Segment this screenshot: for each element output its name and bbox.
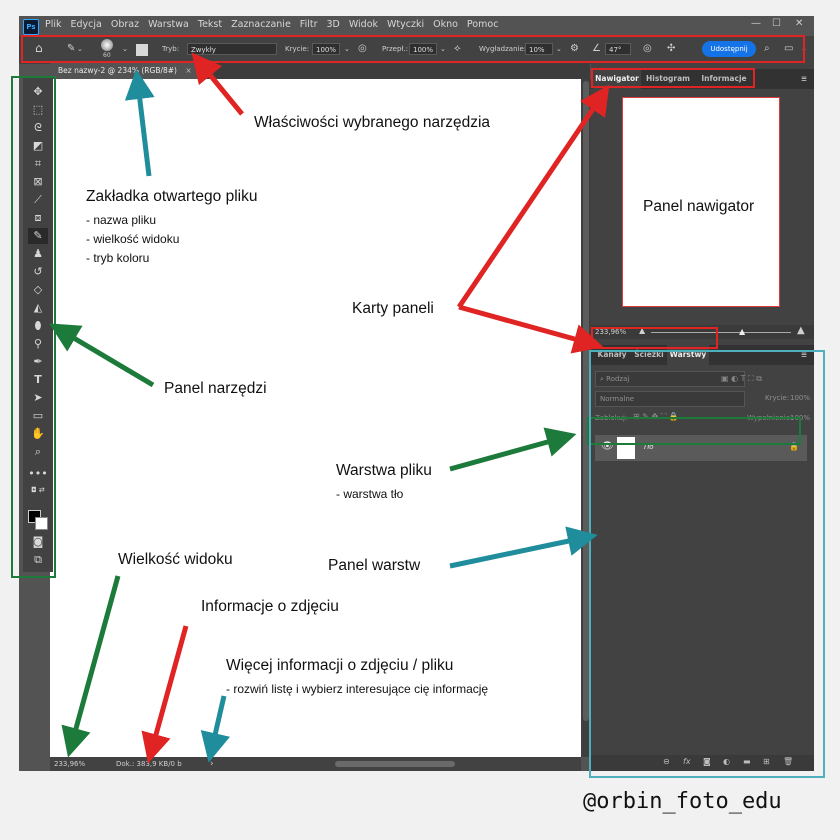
label-file-tab-color: - tryb koloru (86, 251, 150, 265)
layer-row-highlight (587, 417, 801, 445)
label-file-layer: Warstwa pliku (336, 462, 432, 479)
label-layers-panel: Panel warstw (328, 557, 421, 574)
arrow-file-tab (124, 69, 155, 177)
label-tool-properties: Właściwości wybranego narzędzia (254, 114, 491, 131)
label-panel-tabs: Karty paneli (352, 300, 434, 317)
layers-tabs-highlight (591, 327, 718, 349)
arrow-tools-panel (49, 323, 155, 388)
arrow-file-layer (449, 427, 577, 472)
label-tools-panel: Panel narzędzi (164, 380, 267, 397)
navigator-tabs-highlight (591, 68, 755, 88)
arrow-more-info (200, 695, 230, 763)
options-bar-highlight (21, 35, 805, 63)
label-more-info: Więcej informacji o zdjęciu / pliku (226, 657, 454, 674)
label-navigator: Panel nawigator (643, 198, 755, 215)
label-file-layer-sub: - warstwa tło (336, 487, 404, 501)
arrow-view-size (61, 575, 121, 758)
arrow-layers-panel (449, 526, 598, 569)
label-more-info-sub: - rozwiń listę i wybierz interesujące ci… (226, 682, 489, 696)
brand-watermark: @orbin_foto_edu (583, 789, 782, 814)
arrow-panel-tabs-bottom (458, 304, 604, 354)
label-image-info: Informacje o zdjęciu (201, 598, 339, 615)
arrow-tool-properties (191, 52, 244, 116)
arrow-image-info (141, 625, 189, 764)
layers-panel-highlight (589, 350, 825, 778)
label-file-tab: Zakładka otwartego pliku (86, 188, 258, 205)
label-file-tab-view: - wielkość widoku (86, 232, 180, 246)
tools-panel-highlight (11, 76, 56, 578)
label-view-size: Wielkość widoku (118, 551, 233, 568)
label-file-tab-name: - nazwa pliku (86, 213, 157, 227)
